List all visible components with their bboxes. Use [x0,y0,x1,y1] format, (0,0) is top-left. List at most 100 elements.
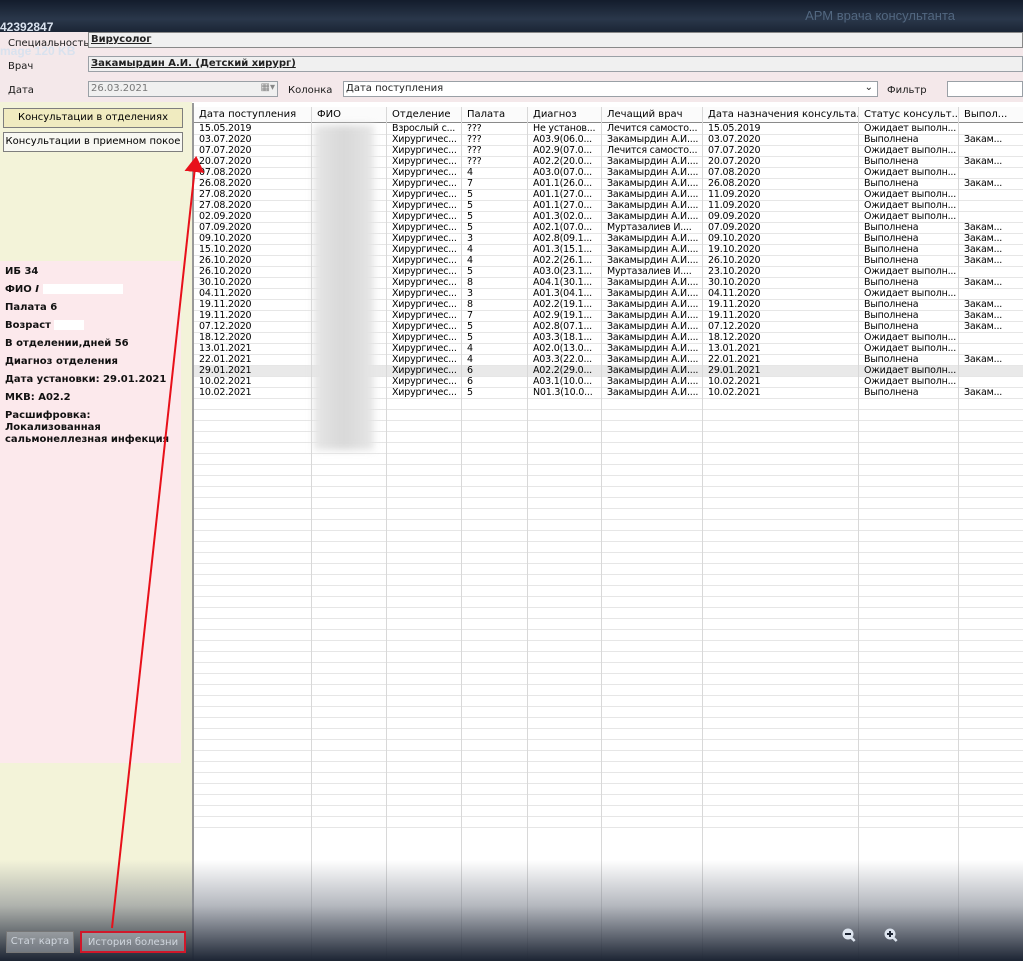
table-cell: Выполнена [864,156,919,167]
table-cell: A02.9(07.0... [533,145,592,156]
table-cell: Ожидает выполн... [864,145,957,156]
table-cell: Закамырдин А.И.... [607,332,699,343]
table-cell: ??? [467,145,482,156]
table-row [194,586,1023,597]
table-cell: 29.01.2021 [708,365,761,376]
chevron-down-icon[interactable]: ⌄ [865,82,873,93]
table-cell: A01.3(02.0... [533,211,592,222]
table-cell: Закам... [964,310,1003,321]
table-cell: 11.09.2020 [708,200,761,211]
table-cell: 3 [467,288,473,299]
left-panel: Консультации в отделениях Консультации в… [0,102,192,961]
consultations-grid[interactable]: Дата поступления ФИО Отделение Палата Диагно… [192,103,1023,961]
table-cell: Выполнена [864,321,919,332]
table-cell: Выполнена [864,299,919,310]
table-cell: N01.3(10.0... [533,387,593,398]
zoom-in-icon[interactable] [882,926,900,944]
table-cell: Ожидает выполн... [864,343,957,354]
column-label: Колонка [288,85,333,96]
table-row [194,619,1023,630]
table-row [194,597,1023,608]
table-cell: 23.10.2020 [708,266,761,277]
table-cell: 8 [467,299,473,310]
table-cell: A02.0(13.0... [533,343,592,354]
table-cell: 19.10.2020 [708,244,761,255]
table-cell: A03.1(10.0... [533,376,592,387]
table-cell: Ожидает выполн... [864,123,957,134]
info-days: В отделении,дней 56 [5,338,129,349]
column-header[interactable]: ФИО [312,107,387,123]
stat-card-button[interactable]: Стат карта [6,931,74,953]
table-cell: Закам... [964,222,1003,233]
table-cell: 07.09.2020 [708,222,761,233]
column-header[interactable]: Дата поступления [194,107,312,123]
date-picker[interactable]: 26.03.2021 ▦▾ [88,81,278,97]
table-cell: 7 [467,178,473,189]
table-row [194,806,1023,817]
table-cell: Закам... [964,233,1003,244]
spec-field[interactable]: Вирусолог [88,32,1023,48]
column-header[interactable]: Выпол... [959,107,1023,123]
table-cell: Хирургичес... [392,211,457,222]
table-cell: 4 [467,167,473,178]
table-cell: ??? [467,123,482,134]
table-row [194,707,1023,718]
table-cell: A02.2(26.1... [533,255,592,266]
column-header[interactable]: Статус консульт... [859,107,959,123]
table-cell [959,189,1023,200]
zoom-out-icon[interactable] [840,926,858,944]
table-cell: Ожидает выполн... [864,266,957,277]
table-row [194,784,1023,795]
redaction [42,284,123,294]
tab-consult-admission[interactable]: Консультации в приемном покое [3,132,183,152]
table-row [194,751,1023,762]
table-cell: Закам... [964,178,1003,189]
table-row [194,795,1023,806]
table-cell: A02.8(09.1... [533,233,592,244]
table-cell: Хирургичес... [392,321,457,332]
table-cell: Хирургичес... [392,288,457,299]
table-cell: Ожидает выполн... [864,167,957,178]
table-cell: 13.01.2021 [708,343,761,354]
column-header[interactable]: Диагноз [528,107,602,123]
info-ib: ИБ 34 [5,266,39,277]
history-button[interactable]: История болезни [80,931,186,953]
table-cell: Хирургичес... [392,277,457,288]
info-ward: Палата 6 [5,302,58,313]
table-cell: 5 [467,211,473,222]
tab-consult-departments[interactable]: Консультации в отделениях [3,108,183,128]
table-cell: 13.01.2021 [199,343,252,354]
table-cell: Ожидает выполн... [864,211,957,222]
column-header[interactable]: Дата назначения консульта... [703,107,859,123]
table-cell [959,211,1023,222]
table-row [194,740,1023,751]
table-cell [959,288,1023,299]
calendar-icon[interactable]: ▦▾ [261,82,275,93]
table-row [194,674,1023,685]
column-header[interactable]: Отделение [387,107,462,123]
column-select[interactable]: Дата поступления ⌄ [343,81,878,97]
column-header[interactable]: Палата [462,107,528,123]
overlay-image-size: mage 120 KB [0,44,76,58]
table-cell [959,365,1023,376]
table-cell: Не установ... [533,123,596,134]
table-cell: Закам... [964,387,1003,398]
table-cell: Закамырдин А.И.... [607,189,699,200]
table-cell: Закамырдин А.И.... [607,277,699,288]
filter-input[interactable] [947,81,1023,97]
doctor-field[interactable]: Закамырдин А.И. (Детский хирург) [88,56,1023,72]
table-cell: Закамырдин А.И.... [607,299,699,310]
table-cell: 07.12.2020 [199,321,252,332]
table-cell: A02.2(19.1... [533,299,592,310]
table-cell: Закамырдин А.И.... [607,200,699,211]
column-header[interactable]: Лечащий врач [602,107,703,123]
table-cell: Выполнена [864,244,919,255]
table-cell: 4 [467,343,473,354]
column-divider [702,107,703,961]
table-cell: ??? [467,156,482,167]
table-cell [959,332,1023,343]
table-cell: Хирургичес... [392,255,457,266]
table-cell: Закамырдин А.И.... [607,321,699,332]
table-cell: Хирургичес... [392,387,457,398]
table-cell: Выполнена [864,222,919,233]
